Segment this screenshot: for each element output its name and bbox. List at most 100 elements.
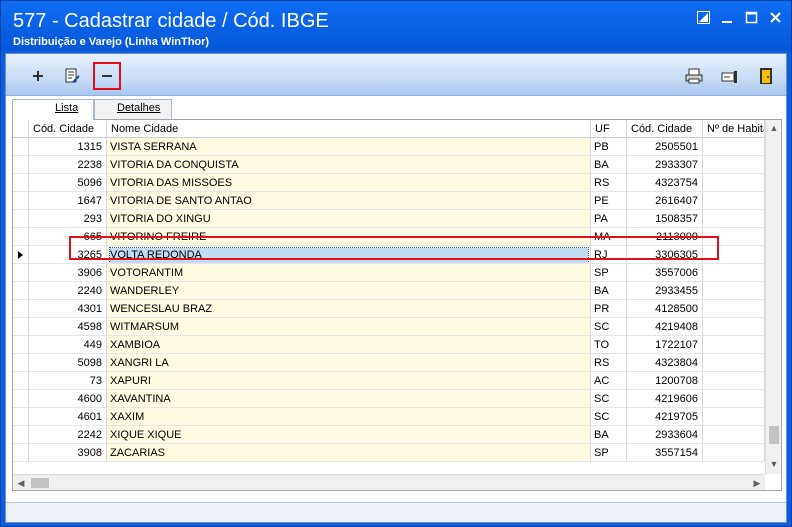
exit-button[interactable]	[756, 66, 776, 86]
row-indicator	[13, 228, 29, 246]
row-indicator	[13, 282, 29, 300]
header-cod-cidade[interactable]: Cód. Cidade	[29, 120, 107, 138]
tab-lista[interactable]: Lista	[12, 99, 94, 120]
select-button[interactable]	[720, 66, 740, 86]
cell-nome-cidade: XANGRI LA	[107, 354, 591, 372]
cell-habitantes	[703, 192, 765, 210]
cell-cod-ibge: 4219705	[627, 408, 703, 426]
cell-cod-ibge: 2933604	[627, 426, 703, 444]
cell-nome-cidade: VISTA SERRANA	[107, 138, 591, 156]
table-row[interactable]: 5098 XANGRI LA RS 4323804	[13, 354, 765, 372]
header-nome-cidade[interactable]: Nome Cidade	[107, 120, 591, 138]
grid-header: Cód. Cidade Nome Cidade UF Cód. Cidade N…	[13, 120, 765, 138]
header-uf[interactable]: UF	[591, 120, 627, 138]
cell-uf: RS	[591, 174, 627, 192]
header-indicator	[13, 120, 29, 138]
cell-nome-cidade: XIQUE XIQUE	[107, 426, 591, 444]
scroll-down-icon[interactable]: ▼	[766, 456, 781, 472]
row-indicator	[13, 408, 29, 426]
row-indicator	[13, 444, 29, 462]
cell-nome-cidade: WENCESLAU BRAZ	[107, 300, 591, 318]
cell-habitantes	[703, 174, 765, 192]
tab-strip: Lista Detalhes	[12, 99, 782, 120]
plus-icon	[33, 71, 43, 81]
vertical-scroll-thumb[interactable]	[769, 426, 779, 444]
selected-row-highlight	[69, 236, 719, 260]
scroll-up-icon[interactable]: ▲	[766, 120, 781, 136]
table-row[interactable]: 1315 VISTA SERRANA PB 2505501	[13, 138, 765, 156]
table-row[interactable]: 2238 VITORIA DA CONQUISTA BA 2933307	[13, 156, 765, 174]
cell-uf: PR	[591, 300, 627, 318]
current-row-arrow-icon	[18, 251, 23, 259]
table-row[interactable]: 293 VITORIA DO XINGU PA 1508357	[13, 210, 765, 228]
table-row[interactable]: 2240 WANDERLEY BA 2933455	[13, 282, 765, 300]
maximize-icon[interactable]	[743, 9, 759, 25]
cell-cod-ibge: 4323804	[627, 354, 703, 372]
scroll-left-icon[interactable]: ◀	[13, 475, 29, 490]
cell-nome-cidade: VITORIA DA CONQUISTA	[107, 156, 591, 174]
cell-uf: BA	[591, 156, 627, 174]
table-row[interactable]: 4598 WITMARSUM SC 4219408	[13, 318, 765, 336]
horizontal-scrollbar[interactable]: ◀ ▶	[13, 474, 765, 490]
cell-cod-ibge: 4128500	[627, 300, 703, 318]
cell-nome-cidade: XAMBIOA	[107, 336, 591, 354]
cell-cod-cidade: 1647	[29, 192, 107, 210]
table-row[interactable]: 4301 WENCESLAU BRAZ PR 4128500	[13, 300, 765, 318]
add-button[interactable]	[28, 66, 48, 86]
cell-nome-cidade: XAXIM	[107, 408, 591, 426]
table-row[interactable]: 1647 VITORIA DE SANTO ANTAO PE 2616407	[13, 192, 765, 210]
cell-uf: SP	[591, 264, 627, 282]
header-cod-ibge[interactable]: Cód. Cidade	[627, 120, 703, 138]
header-habitantes[interactable]: Nº de Habita	[703, 120, 765, 138]
cell-cod-cidade: 4598	[29, 318, 107, 336]
table-row[interactable]: 4600 XAVANTINA SC 4219606	[13, 390, 765, 408]
row-indicator	[13, 138, 29, 156]
cell-cod-cidade: 5098	[29, 354, 107, 372]
cell-nome-cidade: VITORIA DO XINGU	[107, 210, 591, 228]
edit-button[interactable]	[62, 66, 82, 86]
close-icon[interactable]	[767, 9, 783, 25]
cell-cod-ibge: 2505501	[627, 138, 703, 156]
toolbar	[6, 54, 786, 96]
delete-button[interactable]	[93, 62, 121, 90]
row-indicator	[13, 156, 29, 174]
horizontal-scroll-thumb[interactable]	[31, 478, 49, 488]
cell-uf: RS	[591, 354, 627, 372]
cell-cod-cidade: 1315	[29, 138, 107, 156]
cell-nome-cidade: WITMARSUM	[107, 318, 591, 336]
grid-body: Cód. Cidade Nome Cidade UF Cód. Cidade N…	[13, 120, 765, 474]
table-row[interactable]: 449 XAMBIOA TO 1722107	[13, 336, 765, 354]
tab-detalhes[interactable]: Detalhes	[94, 99, 172, 119]
cell-uf: AC	[591, 372, 627, 390]
cell-cod-ibge: 4219606	[627, 390, 703, 408]
vertical-scrollbar[interactable]: ▲ ▼	[765, 120, 781, 474]
cell-habitantes	[703, 426, 765, 444]
cell-habitantes	[703, 408, 765, 426]
table-row[interactable]: 2242 XIQUE XIQUE BA 2933604	[13, 426, 765, 444]
table-row[interactable]: 5096 VITORIA DAS MISSOES RS 4323754	[13, 174, 765, 192]
cell-nome-cidade: ZACARIAS	[107, 444, 591, 462]
row-indicator	[13, 354, 29, 372]
title-bar[interactable]: 577 - Cadastrar cidade / Cód. IBGE Distr…	[1, 1, 791, 51]
cell-cod-ibge: 1508357	[627, 210, 703, 228]
table-row[interactable]: 3908 ZACARIAS SP 3557154	[13, 444, 765, 462]
cell-uf: PB	[591, 138, 627, 156]
row-indicator	[13, 174, 29, 192]
cell-cod-cidade: 449	[29, 336, 107, 354]
table-row[interactable]: 3906 VOTORANTIM SP 3557006	[13, 264, 765, 282]
pointer-hand-icon	[721, 71, 737, 83]
scroll-right-icon[interactable]: ▶	[749, 475, 765, 490]
print-button[interactable]	[684, 66, 704, 86]
minimize-icon[interactable]	[719, 9, 735, 25]
cell-cod-cidade: 3906	[29, 264, 107, 282]
table-row[interactable]: 4601 XAXIM SC 4219705	[13, 408, 765, 426]
cell-nome-cidade: VITORIA DAS MISSOES	[107, 174, 591, 192]
cell-nome-cidade: XAVANTINA	[107, 390, 591, 408]
help-icon[interactable]	[695, 9, 711, 25]
cell-cod-cidade: 4600	[29, 390, 107, 408]
cell-habitantes	[703, 156, 765, 174]
table-row[interactable]: 73 XAPURI AC 1200708	[13, 372, 765, 390]
cell-habitantes	[703, 210, 765, 228]
row-indicator	[13, 426, 29, 444]
client-area: Lista Detalhes Cód. Cidade Nome Cidade U…	[5, 53, 787, 523]
